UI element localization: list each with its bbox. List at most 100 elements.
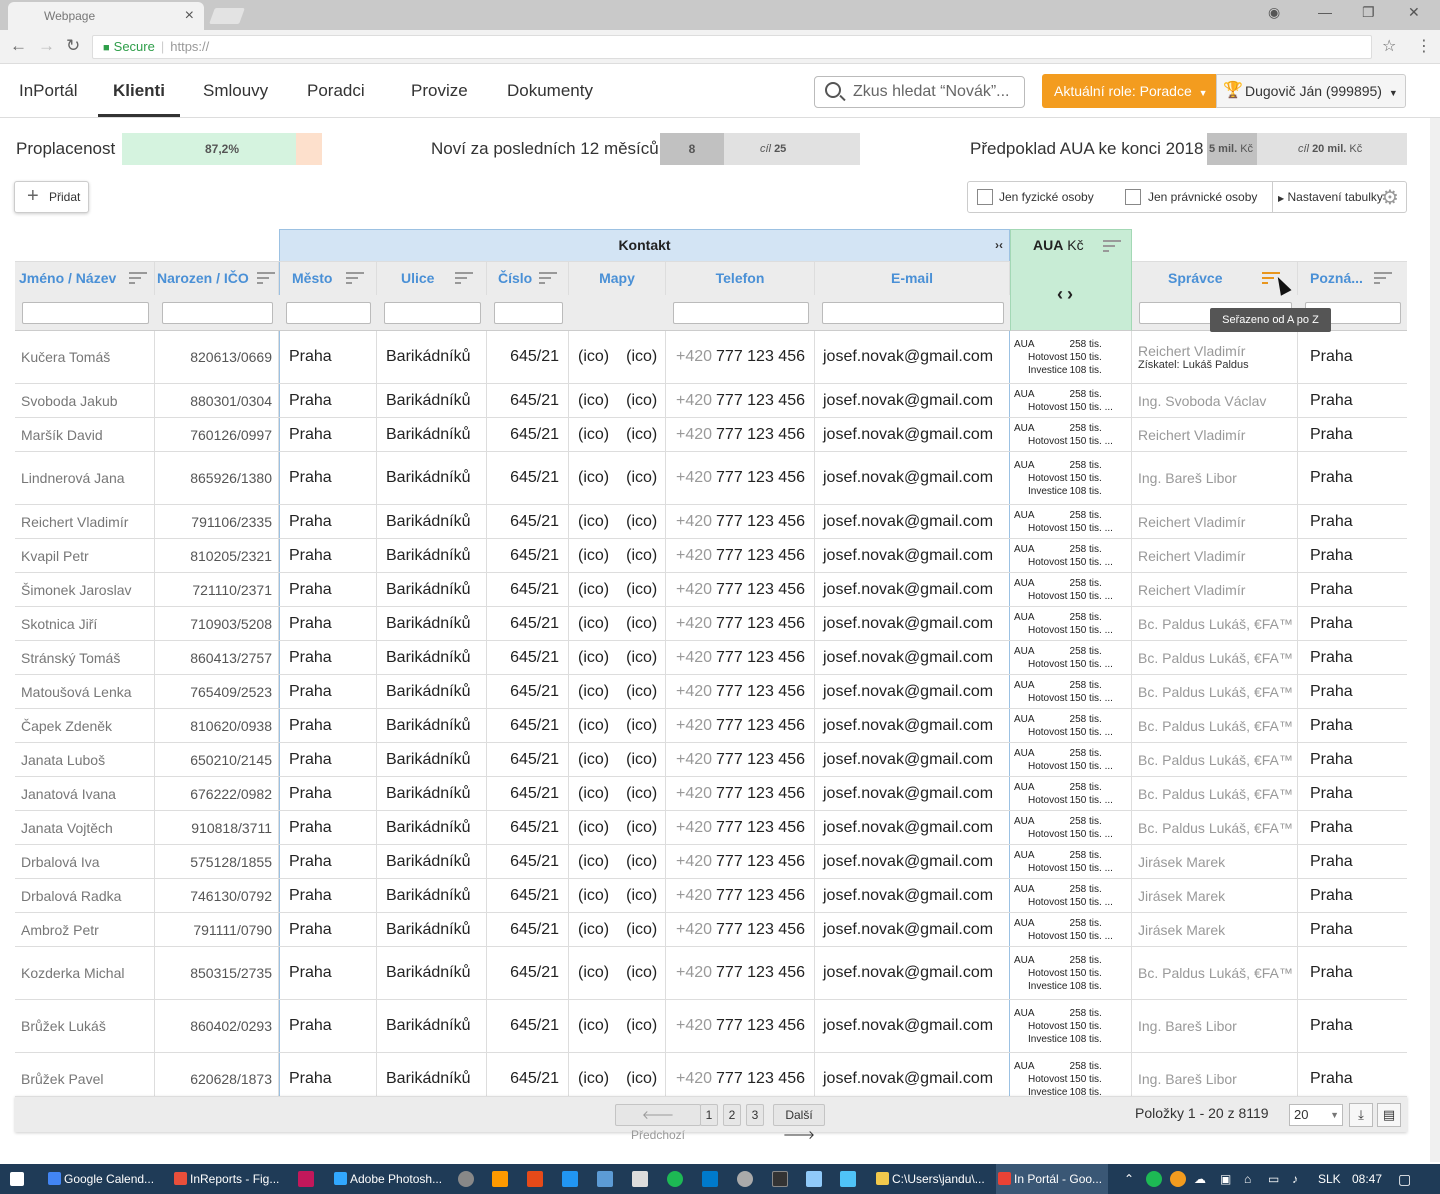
map-icon[interactable]: (ico)	[578, 785, 609, 803]
filter-number-input[interactable]	[494, 302, 563, 324]
table-row[interactable]: Drbalová Iva 575128/1855 Praha Barikádníků 6…	[15, 845, 1407, 879]
cell-email[interactable]: josef.novak@gmail.com	[815, 384, 1010, 417]
table-row[interactable]: Stránský Tomáš 860413/2757 Praha Barikádník…	[15, 641, 1407, 675]
export-excel-icon[interactable]: ▤	[1377, 1103, 1401, 1127]
cell-name[interactable]: Matoušová Lenka	[15, 675, 155, 708]
tray-chevron-icon[interactable]: ⌃	[1124, 1164, 1134, 1194]
app-icon[interactable]	[597, 1171, 613, 1187]
taskbar-inreports[interactable]: InReports - Fig...	[172, 1164, 290, 1194]
cell-name[interactable]: Brůžek Lukáš	[15, 1000, 155, 1052]
sort-icon[interactable]	[1374, 272, 1392, 284]
cell-phone[interactable]: +420 777 123 456	[666, 913, 815, 946]
map-icon[interactable]: (ico)	[626, 392, 657, 410]
cell-name[interactable]: Janata Vojtěch	[15, 811, 155, 844]
app-icon[interactable]	[458, 1171, 474, 1187]
filter-city-input[interactable]	[286, 302, 371, 324]
add-client-button[interactable]: + Přidat	[14, 181, 89, 213]
nav-smlouvy[interactable]: Smlouvy	[203, 64, 268, 117]
minimize-icon[interactable]: —	[1318, 4, 1332, 20]
map-icon[interactable]: (ico)	[578, 921, 609, 939]
illustrator-icon[interactable]	[492, 1171, 508, 1187]
cell-name[interactable]: Lindnerová Jana	[15, 452, 155, 504]
table-row[interactable]: Janata Luboš 650210/2145 Praha Barikádníků 6…	[15, 743, 1407, 777]
filter-phone-input[interactable]	[673, 302, 809, 324]
filter-birth-input[interactable]	[162, 302, 273, 324]
page-2-button[interactable]: 2	[723, 1104, 741, 1126]
cell-name[interactable]: Ambrož Petr	[15, 913, 155, 946]
table-row[interactable]: Reichert Vladimír 791106/2335 Praha Barikád…	[15, 505, 1407, 539]
cell-phone[interactable]: +420 777 123 456	[666, 947, 815, 999]
profile-icon[interactable]: ◉	[1268, 4, 1280, 21]
cell-email[interactable]: josef.novak@gmail.com	[815, 675, 1010, 708]
table-row[interactable]: Svoboda Jakub 880301/0304 Praha Barikádníků…	[15, 384, 1407, 418]
cell-email[interactable]: josef.novak@gmail.com	[815, 641, 1010, 674]
map-icon[interactable]: (ico)	[578, 819, 609, 837]
cell-phone[interactable]: +420 777 123 456	[666, 331, 815, 383]
nav-provize[interactable]: Provize	[411, 64, 468, 117]
cell-name[interactable]: Stránský Tomáš	[15, 641, 155, 674]
maximize-icon[interactable]: ❐	[1362, 4, 1375, 21]
table-row[interactable]: Šimonek Jaroslav 721110/2371 Praha Barikádn…	[15, 573, 1407, 607]
table-row[interactable]: Brůžek Lukáš 860402/0293 Praha Barikádníků 6…	[15, 1000, 1407, 1053]
map-icon[interactable]: (ico)	[626, 1017, 657, 1035]
cell-email[interactable]: josef.novak@gmail.com	[815, 743, 1010, 776]
table-row[interactable]: Kučera Tomáš 820613/0669 Praha Barikádníků 6…	[15, 331, 1407, 384]
map-icon[interactable]: (ico)	[626, 513, 657, 531]
cell-email[interactable]: josef.novak@gmail.com	[815, 539, 1010, 572]
table-row[interactable]: Matoušová Lenka 765409/2523 Praha Barikádní…	[15, 675, 1407, 709]
cell-phone[interactable]: +420 777 123 456	[666, 539, 815, 572]
cloud-icon[interactable]: ☁	[1194, 1164, 1206, 1194]
map-icon[interactable]: (ico)	[626, 426, 657, 444]
table-row[interactable]: Ambrož Petr 791111/0790 Praha Barikádníků 64…	[15, 913, 1407, 947]
app-tray-icon[interactable]: ▣	[1220, 1164, 1231, 1194]
table-row[interactable]: Čapek Zdeněk 810620/0938 Praha Barikádníků 6…	[15, 709, 1407, 743]
cell-email[interactable]: josef.novak@gmail.com	[815, 879, 1010, 912]
app-icon[interactable]	[806, 1171, 822, 1187]
natural-persons-checkbox[interactable]	[977, 189, 993, 205]
cell-name[interactable]: Kozderka Michal	[15, 947, 155, 999]
cell-phone[interactable]: +420 777 123 456	[666, 777, 815, 810]
cell-phone[interactable]: +420 777 123 456	[666, 607, 815, 640]
acrobat-icon[interactable]	[527, 1171, 543, 1187]
header-city[interactable]: Město	[279, 262, 377, 296]
map-icon[interactable]: (ico)	[626, 964, 657, 982]
cell-email[interactable]: josef.novak@gmail.com	[815, 573, 1010, 606]
cell-email[interactable]: josef.novak@gmail.com	[815, 1000, 1010, 1052]
cell-name[interactable]: Kučera Tomáš	[15, 331, 155, 383]
map-icon[interactable]: (ico)	[578, 348, 609, 366]
cell-name[interactable]: Maršík David	[15, 418, 155, 451]
cell-name[interactable]: Svoboda Jakub	[15, 384, 155, 417]
map-icon[interactable]: (ico)	[626, 887, 657, 905]
taskbar-google-calendar[interactable]: Google Calend...	[46, 1164, 164, 1194]
cell-name[interactable]: Reichert Vladimír	[15, 505, 155, 538]
map-icon[interactable]: (ico)	[578, 469, 609, 487]
map-icon[interactable]: (ico)	[626, 853, 657, 871]
table-row[interactable]: Maršík David 760126/0997 Praha Barikádníků 6…	[15, 418, 1407, 452]
map-icon[interactable]: (ico)	[578, 1070, 609, 1088]
cell-name[interactable]: Skotnica Jiří	[15, 607, 155, 640]
table-row[interactable]: Kozderka Michal 850315/2735 Praha Barikádní…	[15, 947, 1407, 1000]
cell-phone[interactable]: +420 777 123 456	[666, 641, 815, 674]
nav-inportal[interactable]: InPortál	[19, 64, 78, 117]
reload-icon[interactable]: ↻	[66, 36, 80, 56]
taskbar-photoshop[interactable]: Adobe Photosh...	[332, 1164, 450, 1194]
table-row[interactable]: Janatová Ivana 676222/0982 Praha Barikádník…	[15, 777, 1407, 811]
mail-icon[interactable]	[632, 1171, 648, 1187]
sort-icon[interactable]	[346, 272, 364, 284]
page-3-button[interactable]: 3	[746, 1104, 764, 1126]
cell-name[interactable]: Drbalová Iva	[15, 845, 155, 878]
map-icon[interactable]: (ico)	[626, 1070, 657, 1088]
sort-icon[interactable]	[1103, 240, 1121, 252]
map-icon[interactable]: (ico)	[578, 717, 609, 735]
next-page-button[interactable]: Další 🡒	[773, 1104, 825, 1142]
terminal-icon[interactable]	[772, 1171, 788, 1187]
map-icon[interactable]: (ico)	[578, 1017, 609, 1035]
map-icon[interactable]: (ico)	[578, 683, 609, 701]
cell-email[interactable]: josef.novak@gmail.com	[815, 777, 1010, 810]
cell-name[interactable]: Janatová Ivana	[15, 777, 155, 810]
map-icon[interactable]: (ico)	[626, 348, 657, 366]
page-size-select[interactable]: 20 ▼	[1289, 1104, 1343, 1126]
app-icon[interactable]	[737, 1171, 753, 1187]
cell-email[interactable]: josef.novak@gmail.com	[815, 418, 1010, 451]
taskbar-explorer[interactable]: C:\Users\jandu\...	[874, 1164, 990, 1194]
